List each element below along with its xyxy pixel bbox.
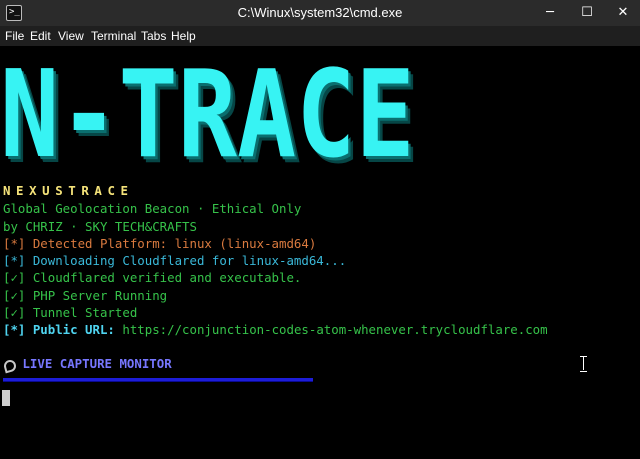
monitor-divider xyxy=(3,378,313,382)
menu-bar: File Edit View Terminal Tabs Help xyxy=(0,26,640,46)
menu-edit[interactable]: Edit xyxy=(30,29,51,43)
satellite-icon xyxy=(3,357,15,369)
download-line: [*] Downloading Cloudflared for linux-am… xyxy=(3,253,347,268)
platform-line: [*] Detected Platform: linux (linux-amd6… xyxy=(3,236,317,251)
terminal-cursor xyxy=(2,390,10,406)
terminal-output[interactable]: N-TRACE NEXUSTRACE Global Geolocation Be… xyxy=(0,46,640,459)
close-button[interactable]: ✕ xyxy=(603,0,640,26)
text-cursor-icon xyxy=(580,356,588,372)
monitor-header: LIVE CAPTURE MONITOR xyxy=(3,355,172,372)
public-url-line: [*] Public URL: https://conjunction-code… xyxy=(3,321,548,338)
title-bar: >_ C:\Winux\system32\cmd.exe ─ ☐ ✕ xyxy=(0,0,640,26)
public-url[interactable]: https://conjunction-codes-atom-whenever.… xyxy=(122,322,547,337)
menu-terminal[interactable]: Terminal xyxy=(91,29,136,43)
tagline: Global Geolocation Beacon · Ethical Only xyxy=(3,201,302,216)
ascii-logo: N-TRACE xyxy=(0,46,415,185)
menu-file[interactable]: File xyxy=(5,29,24,43)
maximize-button[interactable]: ☐ xyxy=(567,0,607,26)
menu-view[interactable]: View xyxy=(58,29,84,43)
brand-name: NEXUSTRACE xyxy=(3,183,134,198)
monitor-label: LIVE CAPTURE MONITOR xyxy=(22,356,172,371)
tunnel-line: [✓] Tunnel Started xyxy=(3,305,138,320)
menu-help[interactable]: Help xyxy=(171,29,196,43)
credit-line: by CHRIZ · SKY TECH&CRAFTS xyxy=(3,219,197,234)
url-label: [*] Public URL: xyxy=(3,322,115,337)
minimize-button[interactable]: ─ xyxy=(530,0,570,26)
php-server-line: [✓] PHP Server Running xyxy=(3,288,168,303)
menu-tabs[interactable]: Tabs xyxy=(141,29,166,43)
verified-line: [✓] Cloudflared verified and executable. xyxy=(3,270,302,285)
